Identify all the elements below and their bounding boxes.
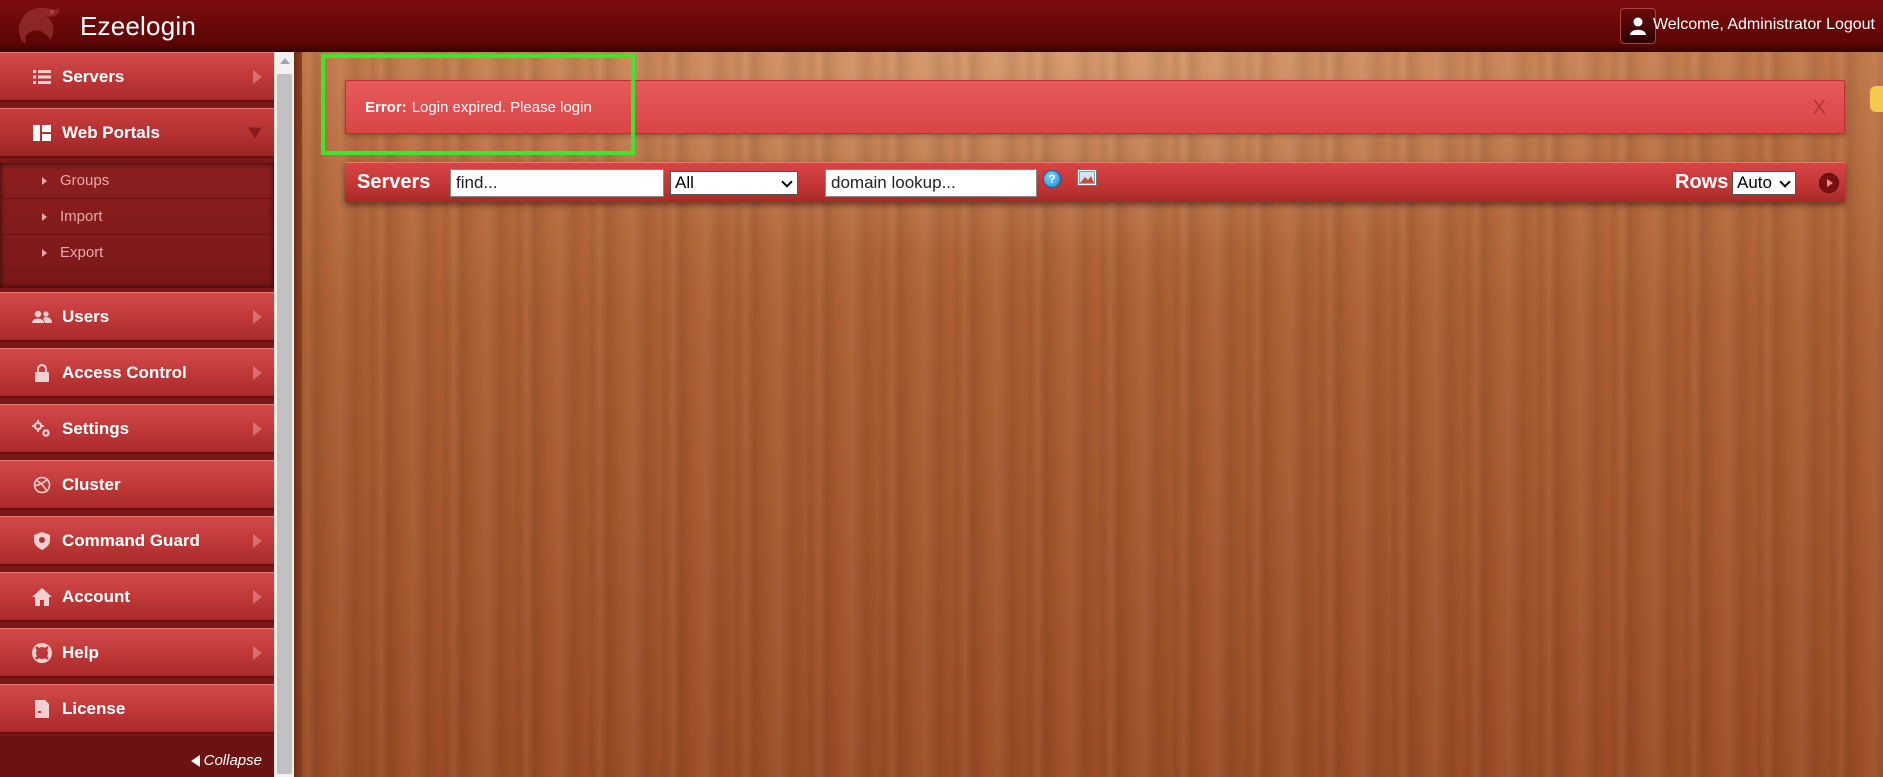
submenu-item-import[interactable]: Import xyxy=(0,199,274,235)
sidebar-footer: Collapse xyxy=(0,736,274,777)
list-icon xyxy=(32,67,52,87)
collapse-label: Collapse xyxy=(203,752,262,769)
welcome-text: Welcome, Administrator xyxy=(1652,16,1822,33)
sidebar-item-label: Command Guard xyxy=(62,530,200,550)
user-icon xyxy=(1630,17,1646,35)
sidebar-item-label: Help xyxy=(62,642,99,662)
globe-icon xyxy=(32,475,52,495)
chevron-down-icon xyxy=(1779,176,1791,188)
sidebar-item-settings[interactable]: Settings xyxy=(0,404,274,454)
sidebar-item-servers[interactable]: Servers xyxy=(0,52,274,102)
sidebar-item-help[interactable]: Help xyxy=(0,628,274,678)
collapse-button[interactable]: Collapse xyxy=(190,752,262,769)
scrollbar-thumb[interactable] xyxy=(277,74,292,774)
servers-toolbar: Servers All ? Rows Auto xyxy=(345,162,1845,202)
users-icon xyxy=(32,307,52,327)
ezeelogin-logo-icon xyxy=(18,7,60,44)
side-panel-tab[interactable] xyxy=(1870,86,1883,112)
chevron-down-icon xyxy=(781,176,793,188)
sidebar-item-label: Web Portals xyxy=(62,122,160,142)
sidebar-item-label: Cluster xyxy=(62,474,121,494)
alert-close-button[interactable]: X xyxy=(1813,97,1826,120)
rows-select[interactable]: Auto xyxy=(1732,171,1796,195)
sidebar-scrollbar[interactable] xyxy=(274,52,294,777)
app-title: Ezeelogin xyxy=(80,11,196,41)
scroll-up-arrow-icon[interactable] xyxy=(280,58,290,64)
rows-select-value: Auto xyxy=(1737,173,1772,192)
dashboard-icon xyxy=(32,123,52,143)
sidebar-item-command-guard[interactable]: Command Guard xyxy=(0,516,274,566)
alert-message: Login expired. Please login xyxy=(411,98,592,116)
sidebar-item-license[interactable]: License xyxy=(0,684,274,734)
content-left-edge xyxy=(294,52,302,777)
alert-title: Error: xyxy=(365,98,407,116)
sidebar-item-cluster[interactable]: Cluster xyxy=(0,460,274,510)
filter-select-value: All xyxy=(675,173,694,192)
sidebar-item-label: Users xyxy=(62,306,110,326)
submenu-item-groups[interactable]: Groups xyxy=(0,163,274,199)
chevron-right-icon xyxy=(253,69,262,84)
chevron-right-icon xyxy=(253,645,262,660)
logout-link[interactable]: Logout xyxy=(1826,16,1875,33)
sidebar-item-label: Account xyxy=(62,586,130,606)
chevron-right-icon xyxy=(253,533,262,548)
sidebar-item-account[interactable]: Account xyxy=(0,572,274,622)
play-icon xyxy=(1827,179,1833,187)
find-input[interactable] xyxy=(450,169,664,197)
sidebar-item-label: Servers xyxy=(62,66,125,86)
go-button[interactable] xyxy=(1819,173,1839,193)
header-bar: Ezeelogin Welcome, Administrator Logout xyxy=(0,0,1883,52)
chevron-down-icon xyxy=(248,127,262,138)
domain-lookup-input[interactable] xyxy=(825,169,1037,197)
lifebuoy-icon xyxy=(32,642,52,663)
welcome-area: Welcome, Administrator Logout xyxy=(1653,16,1875,34)
user-avatar[interactable] xyxy=(1620,8,1656,44)
main-content xyxy=(294,52,1883,777)
chevron-right-icon xyxy=(253,421,262,436)
error-alert: Error: Login expired. Please login X xyxy=(345,80,1845,134)
image-icon[interactable] xyxy=(1077,169,1097,186)
sidebar-item-users[interactable]: Users xyxy=(0,292,274,342)
sidebar-item-label: Access Control xyxy=(62,362,187,382)
help-icon[interactable]: ? xyxy=(1043,170,1061,188)
sidebar-item-label: License xyxy=(62,698,126,718)
sidebar: Servers Web Portals Groups Import Export… xyxy=(0,52,274,777)
shield-icon xyxy=(32,531,52,551)
home-icon xyxy=(32,587,52,607)
submenu-item-export[interactable]: Export xyxy=(0,235,274,271)
chevron-right-icon xyxy=(253,309,262,324)
chevron-right-icon xyxy=(253,365,262,380)
filter-select[interactable]: All xyxy=(670,171,798,195)
sidebar-item-access-control[interactable]: Access Control xyxy=(0,348,274,398)
sidebar-item-label: Settings xyxy=(62,418,130,438)
gears-icon xyxy=(32,419,52,439)
rows-label: Rows xyxy=(1675,171,1729,193)
web-portals-submenu: Groups Import Export xyxy=(0,163,274,288)
chevron-right-icon xyxy=(253,589,262,604)
triangle-left-icon xyxy=(190,754,200,767)
sidebar-item-web-portals[interactable]: Web Portals xyxy=(0,108,274,158)
document-icon xyxy=(32,699,52,719)
toolbar-title: Servers xyxy=(357,171,431,193)
lock-icon xyxy=(32,363,52,383)
